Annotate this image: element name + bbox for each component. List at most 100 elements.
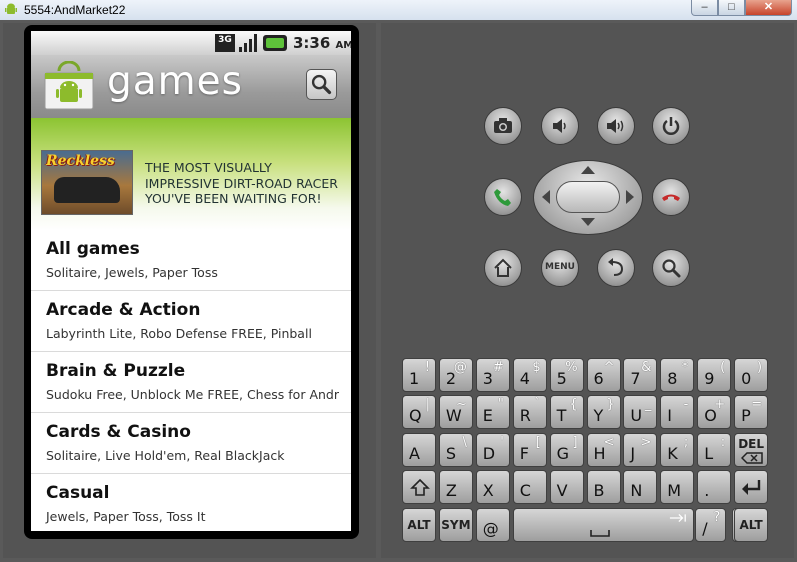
key[interactable]: 1! (402, 358, 436, 392)
alt-key-right[interactable]: ALT (734, 507, 769, 542)
featured-banner[interactable]: Reckless THE MOST VISUALLY IMPRESSIVE DI… (31, 118, 351, 230)
key-label: A (409, 443, 420, 463)
device-screen[interactable]: 3G 3:36 AM games Reckless THE MOST VISUA… (31, 31, 351, 531)
key[interactable]: C (512, 470, 547, 505)
dpad-center-button[interactable] (556, 181, 620, 213)
key[interactable]: 2 @ (438, 358, 473, 392)
list-item[interactable]: Casual Jewels, Paper Toss, Toss It (31, 474, 351, 531)
key[interactable]: R ` (512, 395, 547, 430)
key[interactable]: T{ (549, 395, 584, 430)
slash-key[interactable]: /? (695, 507, 727, 542)
key[interactable]: Y} (586, 395, 621, 430)
call-button[interactable] (484, 178, 522, 216)
menu-button[interactable]: MENU (541, 249, 579, 287)
key[interactable]: Q | (402, 395, 436, 430)
key-label: J (630, 443, 636, 463)
enter-key[interactable] (734, 470, 769, 505)
list-item[interactable]: All games Solitaire, Jewels, Paper Toss (31, 230, 351, 291)
key-label: Z (445, 481, 457, 501)
shift-key[interactable] (402, 470, 436, 505)
key-label: S (445, 443, 457, 463)
key[interactable]: F[ (512, 432, 547, 467)
key[interactable]: . (697, 470, 732, 505)
volume-up-button[interactable] (597, 107, 635, 145)
dpad-up-icon[interactable] (581, 166, 595, 174)
list-item[interactable]: Cards & Casino Solitaire, Live Hold'em, … (31, 413, 351, 474)
power-button[interactable] (652, 107, 690, 145)
dpad-left-icon[interactable] (542, 190, 550, 204)
key-alt-label: | (425, 397, 430, 413)
key[interactable]: W ~ (438, 395, 473, 430)
battery-charging-icon (263, 35, 287, 51)
list-item[interactable]: Brain & Puzzle Sudoku Free, Unblock Me F… (31, 352, 351, 413)
key-label: P (741, 406, 751, 426)
maximize-button[interactable]: □ (718, 0, 745, 16)
minimize-button[interactable]: – (691, 0, 718, 16)
key[interactable]: N (623, 470, 658, 505)
key[interactable]: O + (697, 395, 732, 430)
category-title: Cards & Casino (46, 422, 191, 442)
back-button[interactable] (597, 249, 635, 287)
key[interactable]: K; (660, 432, 695, 467)
key[interactable]: L: (697, 432, 732, 467)
key[interactable]: D ' (475, 432, 510, 467)
home-button[interactable] (484, 249, 522, 287)
key[interactable]: Z (438, 470, 473, 505)
phone-call-icon (494, 189, 511, 206)
key-label: M (667, 481, 682, 501)
banner-text: THE MOST VISUALLY IMPRESSIVE DIRT-ROAD R… (145, 160, 338, 206)
key[interactable]: 5% (549, 358, 584, 392)
key-alt-label: \ (462, 434, 467, 450)
close-button[interactable]: ✕ (745, 0, 792, 16)
alt-key-left[interactable]: ALT (402, 507, 436, 542)
key[interactable]: X (475, 470, 510, 505)
backspace-icon (741, 452, 763, 464)
camera-button[interactable] (484, 107, 522, 145)
key-label: 3 (482, 369, 493, 388)
key-alt-label: @ (453, 360, 467, 375)
key[interactable]: 3 # (475, 358, 510, 392)
key-alt-label: ; (683, 434, 689, 450)
key-alt-label: : (720, 434, 726, 450)
sym-key[interactable]: SYM (438, 507, 473, 542)
key[interactable]: 0) (734, 358, 769, 392)
key[interactable]: 7 & (623, 358, 658, 392)
key[interactable]: 6 ^ (586, 358, 621, 392)
list-item[interactable]: Arcade & Action Labyrinth Lite, Robo Def… (31, 291, 351, 352)
key-label: D (482, 443, 496, 463)
key[interactable]: G] (549, 432, 584, 467)
key-label: V (556, 481, 568, 501)
key[interactable]: A (402, 432, 436, 467)
key-alt-label: ` (534, 397, 541, 413)
key[interactable]: V (549, 470, 584, 505)
key-alt-label: ^ (603, 360, 615, 375)
dpad-right-icon[interactable] (626, 190, 634, 204)
key[interactable]: B (586, 470, 621, 505)
key-label: U (630, 406, 643, 426)
key[interactable]: H < (586, 432, 621, 467)
category-title: Arcade & Action (46, 300, 201, 320)
search-button[interactable] (306, 69, 337, 100)
key-alt-label: [ (535, 434, 541, 450)
key[interactable]: E " (475, 395, 510, 430)
key-alt-label: } (606, 397, 615, 413)
key[interactable]: U _ (623, 395, 658, 430)
dpad-down-icon[interactable] (581, 218, 595, 226)
key-alt-label: & (641, 360, 652, 375)
volume-down-button[interactable] (541, 107, 579, 145)
key[interactable]: 4 $ (512, 358, 547, 392)
key[interactable]: M (660, 470, 695, 505)
delete-key[interactable]: DEL (734, 432, 769, 467)
key-alt-label: + (714, 397, 726, 413)
key-alt-label: ~ (455, 397, 467, 413)
end-call-button[interactable] (652, 178, 690, 216)
search-hardware-button[interactable] (652, 249, 690, 287)
key[interactable]: J > (623, 432, 658, 467)
key[interactable]: 8 * (660, 358, 695, 392)
key[interactable]: 9( (697, 358, 732, 392)
key[interactable]: I- (660, 395, 695, 430)
key[interactable]: S \ (438, 432, 473, 467)
at-key[interactable]: @ (475, 507, 510, 542)
key[interactable]: P = (734, 395, 769, 430)
space-key[interactable] (512, 507, 695, 542)
